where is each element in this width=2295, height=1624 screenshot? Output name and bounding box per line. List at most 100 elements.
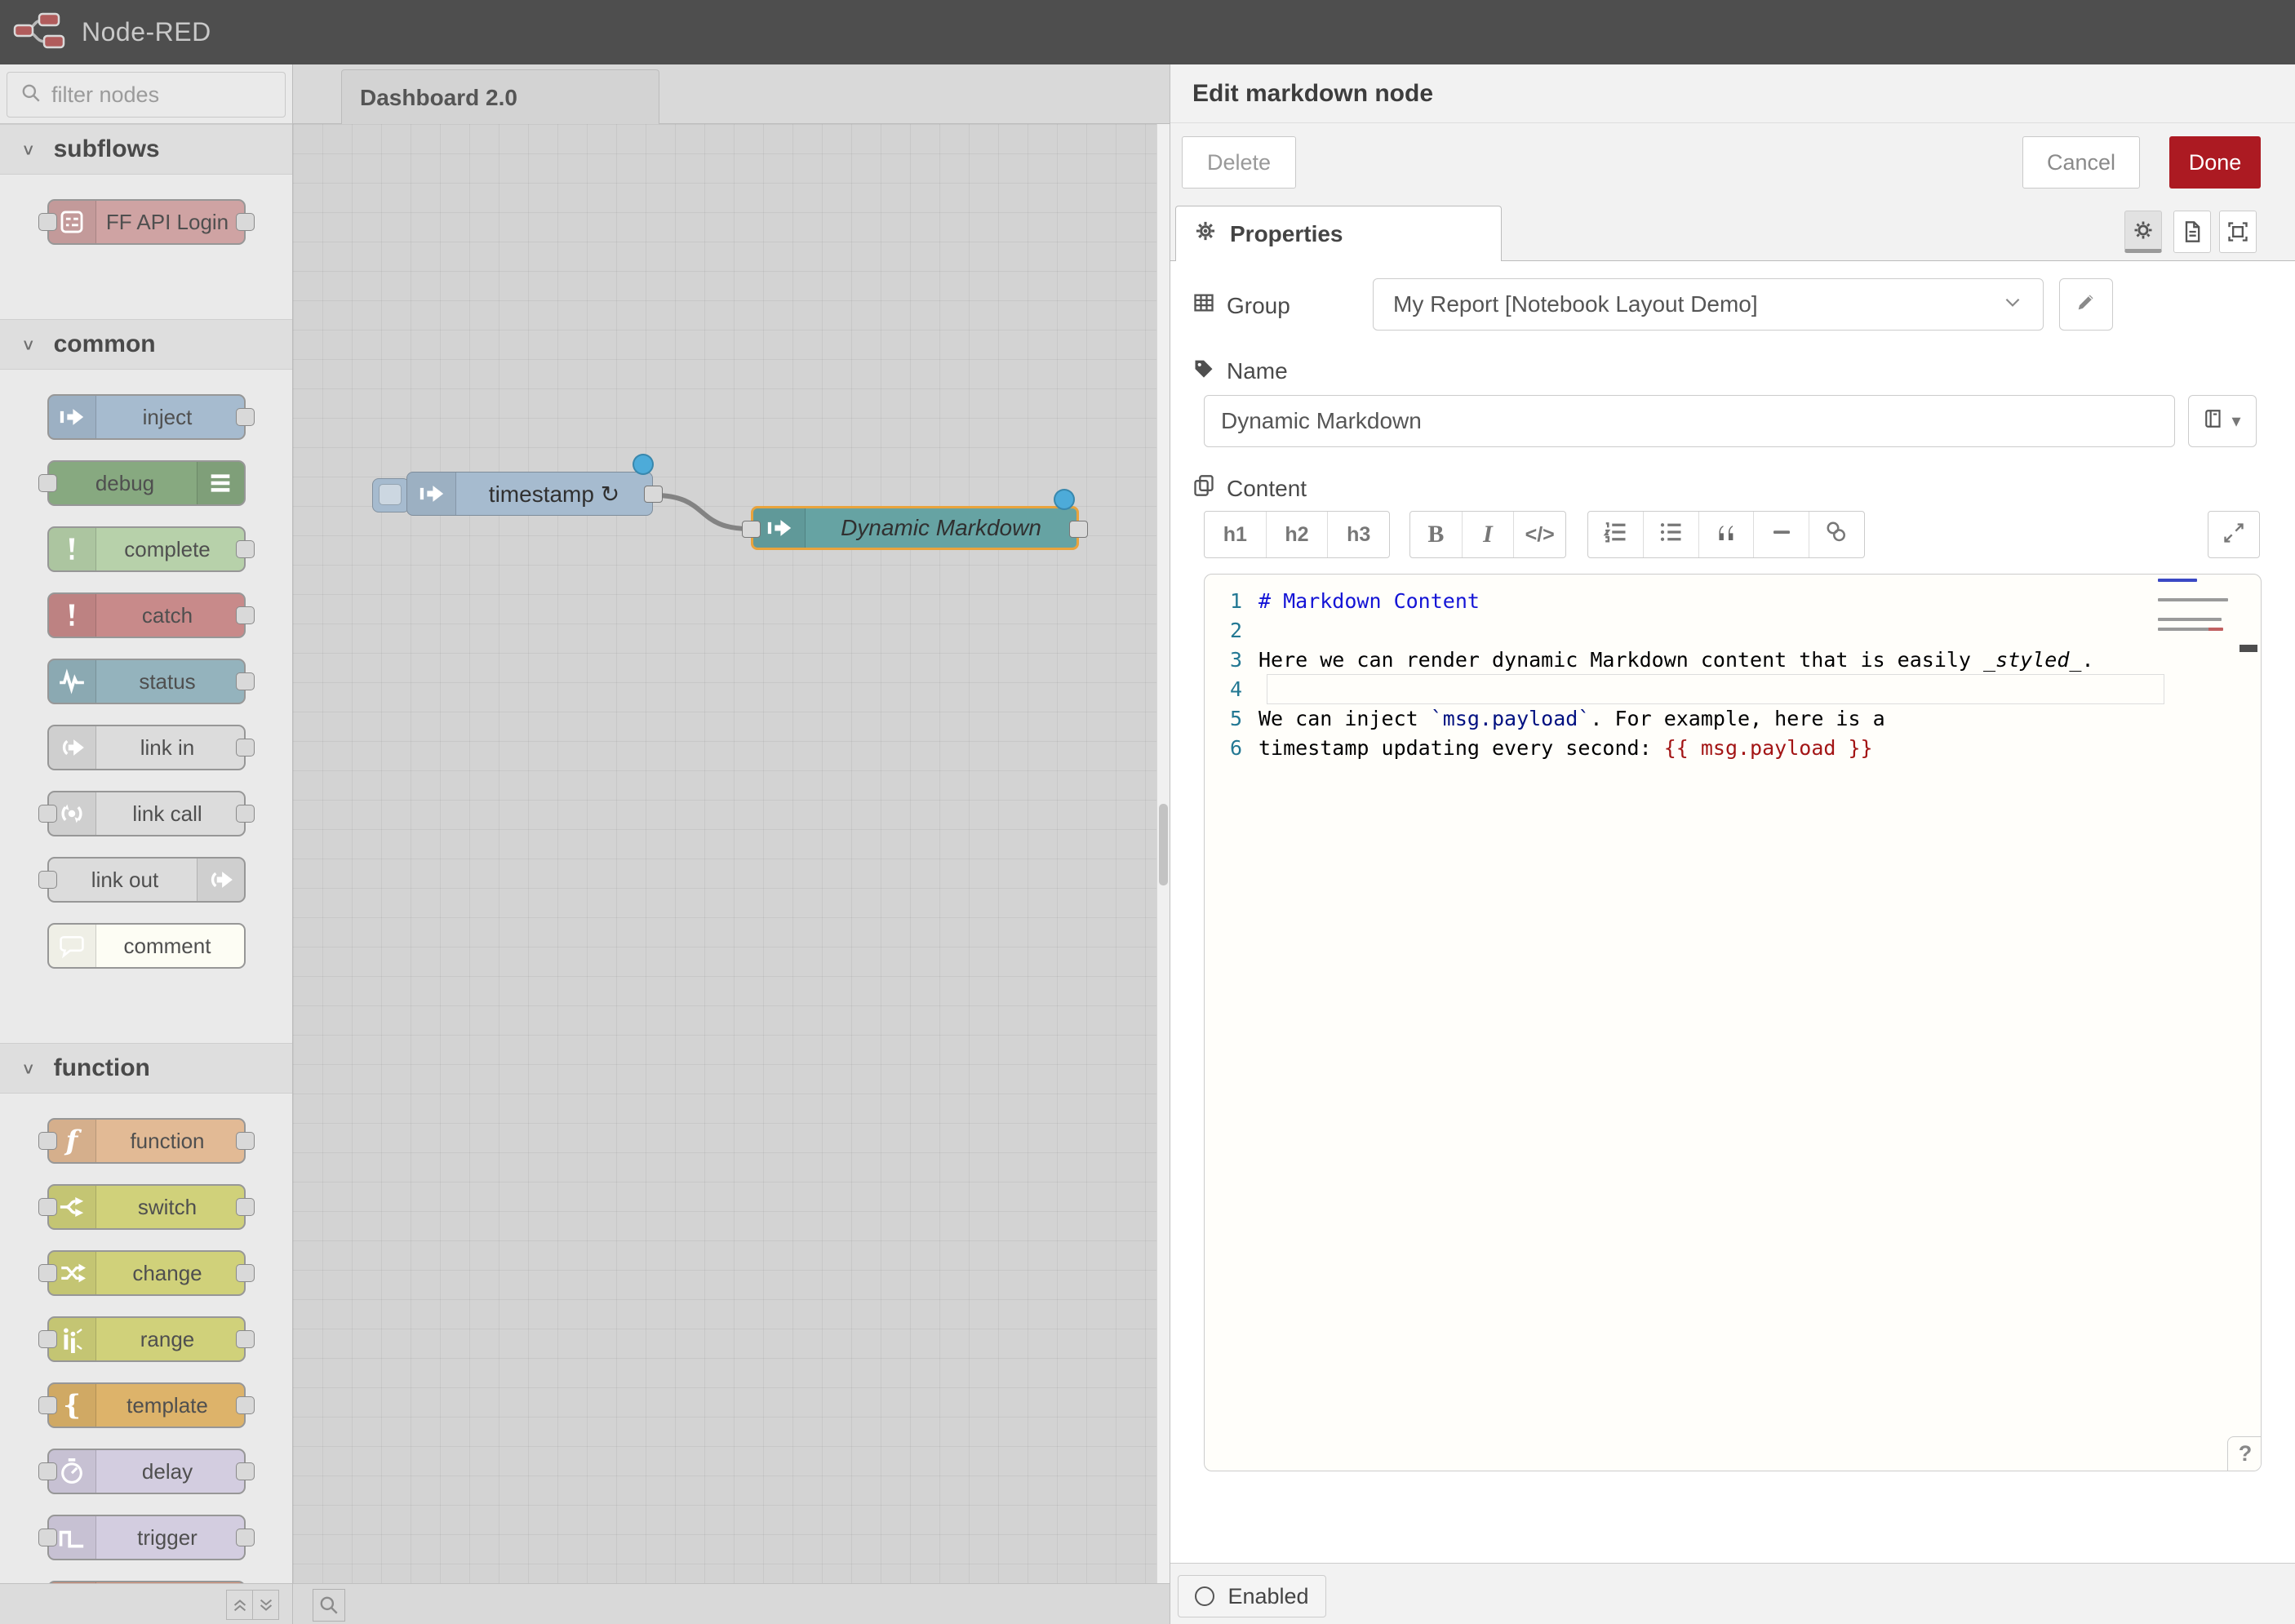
tab-properties[interactable]: Properties xyxy=(1175,206,1502,261)
name-field-label: Name xyxy=(1192,357,1288,385)
app-header: Node-RED xyxy=(0,0,2295,64)
horizontal-rule-button[interactable] xyxy=(1754,512,1809,557)
tab-properties-icon-button[interactable] xyxy=(2124,211,2162,253)
expand-editor-button[interactable] xyxy=(2208,511,2260,558)
ul-icon xyxy=(1658,520,1683,550)
palette-node-ff-api-login[interactable]: FF API Login xyxy=(47,199,246,245)
enabled-toggle-button[interactable]: Enabled xyxy=(1178,1575,1326,1617)
unordered-list-button[interactable] xyxy=(1644,512,1699,557)
bold-button[interactable]: B xyxy=(1410,512,1463,557)
tab-description-icon-button[interactable] xyxy=(2173,211,2211,253)
blockquote-button[interactable] xyxy=(1699,512,1755,557)
hr-icon xyxy=(1769,520,1794,550)
dialog-tabs: Properties xyxy=(1170,202,2295,261)
line-number: 4 xyxy=(1205,677,1258,701)
h2-button[interactable]: h2 xyxy=(1267,512,1329,557)
workspace-tab-strip: Dashboard 2.0 xyxy=(293,64,1170,124)
properties-form: Group My Report [Notebook Layout Demo] N… xyxy=(1170,261,2295,1563)
line-text: Here we can render dynamic Markdown cont… xyxy=(1258,648,2094,672)
input-port xyxy=(38,1198,57,1216)
group-edit-button[interactable] xyxy=(2059,278,2113,331)
palette-node-complete[interactable]: complete xyxy=(47,526,246,572)
palette-section-body-function: f function switch change range { template… xyxy=(0,1094,292,1583)
palette-section-header-function[interactable]: ∨ function xyxy=(0,1043,292,1094)
palette-node-catch[interactable]: catch xyxy=(47,592,246,638)
done-button[interactable]: Done xyxy=(2169,136,2261,189)
flow-tab-dashboard[interactable]: Dashboard 2.0 xyxy=(341,69,659,125)
exclamation-icon xyxy=(49,594,96,637)
palette-node-range[interactable]: range xyxy=(47,1316,246,1362)
toolbar-group: BI</> xyxy=(1409,511,1566,558)
code-line-1: 1# Markdown Content xyxy=(1205,586,2261,615)
editor-help-button[interactable]: ? xyxy=(2227,1436,2262,1471)
palette-node-link-out[interactable]: link out xyxy=(47,857,246,903)
line-number: 3 xyxy=(1205,648,1258,672)
palette-node-template[interactable]: { template xyxy=(47,1382,246,1428)
inject-node-button[interactable] xyxy=(372,478,410,512)
palette-node-switch[interactable]: switch xyxy=(47,1184,246,1230)
palette-node-link-call[interactable]: link call xyxy=(47,791,246,836)
palette-node-change[interactable]: change xyxy=(47,1250,246,1296)
ordered-list-button[interactable] xyxy=(1588,512,1644,557)
markdown-code-editor[interactable]: 1# Markdown Content23Here we can render … xyxy=(1204,574,2262,1471)
output-port[interactable] xyxy=(644,486,663,503)
palette-node-inject[interactable]: inject xyxy=(47,394,246,440)
palette-collapse-all-button[interactable] xyxy=(226,1590,253,1620)
flow-node-dynamic-markdown[interactable]: Dynamic Markdown xyxy=(751,506,1079,550)
input-port xyxy=(38,1462,57,1480)
name-type-select-button[interactable]: ▾ xyxy=(2188,395,2257,447)
h1-button[interactable]: h1 xyxy=(1205,512,1267,557)
scrollbar-thumb[interactable] xyxy=(1159,804,1168,885)
palette-node-link-in[interactable]: link in xyxy=(47,725,246,770)
pencil-icon xyxy=(2075,291,2097,319)
palette-node-function[interactable]: f function xyxy=(47,1118,246,1164)
palette-filter-box[interactable] xyxy=(7,72,286,118)
link-icon xyxy=(1825,520,1849,550)
canvas-vertical-scrollbar[interactable] xyxy=(1156,124,1170,1583)
input-port[interactable] xyxy=(742,521,761,538)
code-button[interactable]: </> xyxy=(1514,512,1565,557)
palette-section-header-common[interactable]: ∨ common xyxy=(0,319,292,370)
input-port xyxy=(38,805,57,823)
copy-pages-icon xyxy=(1192,474,1215,503)
search-icon xyxy=(20,82,42,108)
zoom-search-button[interactable] xyxy=(313,1589,345,1622)
output-port xyxy=(236,805,255,823)
link-button[interactable] xyxy=(1809,512,1864,557)
palette-filter-input[interactable] xyxy=(51,82,255,108)
group-select-value: My Report [Notebook Layout Demo] xyxy=(1393,291,2002,317)
chevron-down-icon: ∨ xyxy=(21,140,36,158)
palette-section-header-subflows[interactable]: ∨ subflows xyxy=(0,124,292,175)
h3-button[interactable]: h3 xyxy=(1328,512,1389,557)
palette-node-label: trigger xyxy=(96,1516,239,1559)
code-lines: 1# Markdown Content23Here we can render … xyxy=(1205,586,2261,762)
output-port xyxy=(236,1529,255,1546)
palette-node-trigger[interactable]: trigger xyxy=(47,1515,246,1560)
book-icon xyxy=(2204,408,2225,434)
comment-icon xyxy=(49,925,96,967)
palette-search-row xyxy=(0,64,292,124)
italic-button[interactable]: I xyxy=(1463,512,1515,557)
palette-section-label: common xyxy=(54,331,156,358)
delete-button[interactable]: Delete xyxy=(1182,136,1296,189)
palette-node-status[interactable]: status xyxy=(47,659,246,704)
tab-appearance-icon-button[interactable] xyxy=(2219,211,2257,253)
name-input[interactable] xyxy=(1204,395,2175,447)
palette-node-delay[interactable]: delay xyxy=(47,1449,246,1494)
output-port xyxy=(236,1396,255,1414)
cancel-button[interactable]: Cancel xyxy=(2022,136,2140,189)
palette-node-debug[interactable]: debug xyxy=(47,460,246,506)
palette-expand-all-button[interactable] xyxy=(252,1590,279,1620)
line-number: 5 xyxy=(1205,707,1258,730)
output-port[interactable] xyxy=(1069,521,1088,538)
flow-canvas[interactable]: timestamp ↻ Dynamic Markdown xyxy=(293,124,1156,1583)
flow-node-timestamp[interactable]: timestamp ↻ xyxy=(406,472,653,516)
editor-minimap xyxy=(2158,579,2235,665)
group-select[interactable]: My Report [Notebook Layout Demo] xyxy=(1373,278,2044,331)
dialog-footer: Enabled xyxy=(1170,1563,2295,1624)
node-label: Dynamic Markdown xyxy=(806,508,1076,548)
output-port xyxy=(236,213,255,231)
palette-node-comment[interactable]: comment xyxy=(47,923,246,969)
node-red-logo-icon xyxy=(13,11,69,54)
app-title: Node-RED xyxy=(82,17,211,47)
